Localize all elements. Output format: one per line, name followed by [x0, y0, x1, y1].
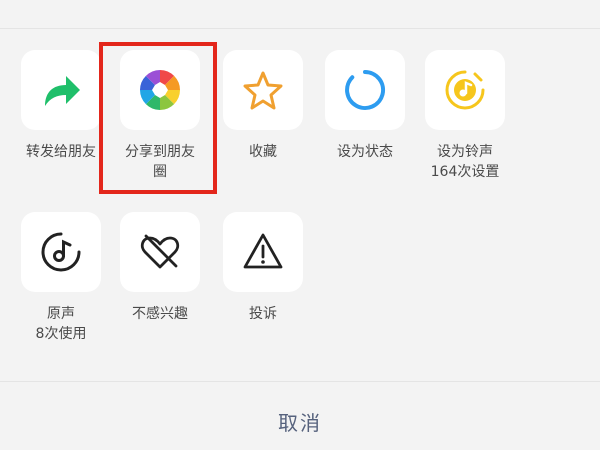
forward-tile[interactable] — [21, 50, 101, 130]
status-label-text: 设为状态 — [337, 144, 393, 160]
original-sound-label-text: 原声 — [47, 306, 75, 322]
favorite-label: 收藏 — [213, 142, 313, 162]
bottom-divider — [0, 381, 600, 382]
original-sound-item[interactable]: 原声 8次使用 — [11, 212, 111, 344]
favorite-label-text: 收藏 — [249, 144, 277, 160]
moments-tile[interactable] — [120, 50, 200, 130]
forward-label-text: 转发给朋友 — [26, 144, 96, 160]
ringtone-tile[interactable] — [425, 50, 505, 130]
report-tile[interactable] — [223, 212, 303, 292]
original-sound-label: 原声 8次使用 — [11, 304, 111, 344]
cancel-button[interactable]: 取消 — [0, 396, 600, 450]
not-interested-label: 不感兴趣 — [110, 304, 210, 324]
report-label-text: 投诉 — [249, 306, 277, 322]
original-sound-tile[interactable] — [21, 212, 101, 292]
report-label: 投诉 — [213, 304, 313, 324]
forward-label: 转发给朋友 — [11, 142, 111, 162]
forward-to-friend-item[interactable]: 转发给朋友 — [11, 50, 111, 162]
moments-aperture-icon — [140, 70, 180, 110]
not-interested-tile[interactable] — [120, 212, 200, 292]
original-sound-icon — [41, 232, 81, 272]
moments-label-line2: 圈 — [153, 164, 167, 180]
ringtone-usage-count: 164次设置 — [430, 164, 500, 180]
not-interested-label-text: 不感兴趣 — [132, 306, 188, 322]
status-circle-icon — [345, 69, 386, 110]
moments-label: 分享到朋友 圈 — [110, 142, 210, 182]
warning-triangle-icon — [243, 233, 283, 269]
not-interested-heart-icon — [140, 234, 180, 269]
set-as-ringtone-item[interactable]: 设为铃声 164次设置 — [415, 50, 515, 182]
status-label: 设为状态 — [315, 142, 415, 162]
set-as-status-item[interactable]: 设为状态 — [315, 50, 415, 162]
ringtone-label-text: 设为铃声 — [437, 144, 493, 160]
star-icon — [243, 71, 283, 110]
original-sound-usage-count: 8次使用 — [35, 326, 87, 342]
share-to-moments-item[interactable]: 分享到朋友 圈 — [110, 50, 210, 182]
status-tile[interactable] — [325, 50, 405, 130]
report-item[interactable]: 投诉 — [213, 212, 313, 324]
ringtone-label: 设为铃声 164次设置 — [415, 142, 515, 182]
favorite-tile[interactable] — [223, 50, 303, 130]
not-interested-item[interactable]: 不感兴趣 — [110, 212, 210, 324]
top-divider — [0, 28, 600, 29]
forward-arrow-icon — [45, 76, 80, 106]
favorite-item[interactable]: 收藏 — [213, 50, 313, 162]
ringtone-icon — [445, 70, 485, 110]
moments-label-text: 分享到朋友 — [125, 144, 195, 160]
